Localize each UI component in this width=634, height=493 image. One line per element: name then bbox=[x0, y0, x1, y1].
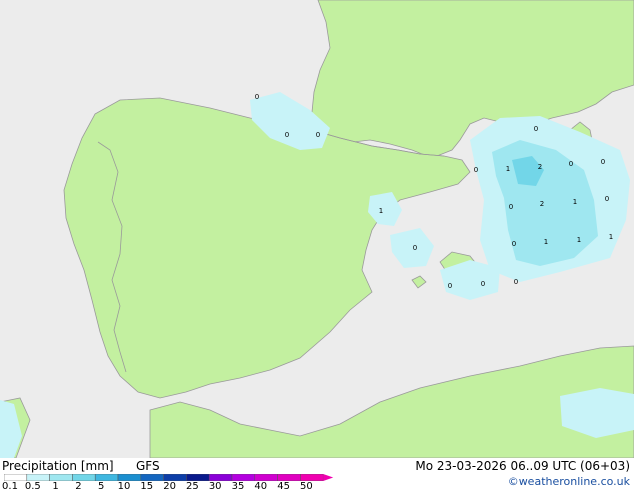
legend-swatch bbox=[94, 474, 119, 481]
value-label: 0 bbox=[474, 166, 478, 174]
value-label: 1 bbox=[573, 198, 577, 206]
value-label: 0 bbox=[534, 125, 538, 133]
legend-label: 15 bbox=[140, 481, 154, 492]
legend-swatch bbox=[117, 474, 142, 481]
legend-label: 0.5 bbox=[24, 481, 41, 492]
value-label: 0 bbox=[605, 195, 609, 203]
value-label: 0 bbox=[316, 131, 320, 139]
value-label: 0 bbox=[569, 160, 573, 168]
legend-label: 20 bbox=[163, 481, 176, 492]
map-footer: Precipitation [mm] GFS Mo 23-03-2026 06.… bbox=[0, 458, 634, 493]
value-label: 0 bbox=[285, 131, 289, 139]
legend-swatch bbox=[4, 474, 28, 481]
legend-label: 40 bbox=[254, 481, 268, 492]
legend-swatch bbox=[72, 474, 96, 481]
legend-label: 0.1 bbox=[2, 481, 18, 492]
legend-swatch bbox=[231, 474, 256, 481]
value-label: 0 bbox=[481, 280, 485, 288]
value-label: 1 bbox=[379, 207, 383, 215]
legend-swatch bbox=[140, 474, 164, 481]
legend-swatch bbox=[254, 474, 278, 481]
legend-color-bar bbox=[4, 474, 334, 481]
value-label: 1 bbox=[506, 165, 510, 173]
legend-swatch bbox=[300, 474, 324, 481]
value-label: 0 bbox=[509, 203, 513, 211]
value-label: 2 bbox=[538, 163, 542, 171]
legend-swatch bbox=[186, 474, 210, 481]
legend-swatch bbox=[49, 474, 73, 481]
value-label: 0 bbox=[601, 158, 605, 166]
value-label: 2 bbox=[540, 200, 544, 208]
value-label: 0 bbox=[255, 93, 259, 101]
legend-label: 30 bbox=[208, 481, 222, 492]
precipitation-map: 0 0 0 0 1 2 0 0 1 0 2 1 0 0 1 1 1 0 0 0 … bbox=[0, 0, 634, 458]
valid-time: Mo 23-03-2026 06..09 UTC (06+03) bbox=[415, 459, 630, 473]
color-legend: 0.1 0.5 1 2 5 10 15 20 25 30 35 40 45 50 bbox=[2, 474, 334, 493]
legend-labels: 0.1 0.5 1 2 5 10 15 20 25 30 35 40 45 50 bbox=[2, 481, 334, 493]
map-title: Precipitation [mm] bbox=[2, 459, 114, 473]
value-label: 0 bbox=[512, 240, 516, 248]
model-name: GFS bbox=[136, 459, 160, 473]
legend-swatch bbox=[163, 474, 187, 481]
legend-swatch bbox=[277, 474, 301, 481]
credit-link[interactable]: ©weatheronline.co.uk bbox=[508, 475, 630, 488]
legend-arrow bbox=[323, 474, 334, 481]
legend-label: 5 bbox=[98, 481, 105, 492]
legend-label: 10 bbox=[117, 481, 131, 492]
legend-label: 25 bbox=[186, 481, 199, 492]
value-label: 0 bbox=[413, 244, 417, 252]
legend-label: 45 bbox=[277, 481, 290, 492]
value-label: 1 bbox=[544, 238, 548, 246]
value-label: 1 bbox=[609, 233, 613, 241]
legend-swatch bbox=[26, 474, 50, 481]
legend-label: 2 bbox=[75, 481, 82, 492]
legend-label: 1 bbox=[52, 481, 59, 492]
legend-label: 50 bbox=[300, 481, 313, 492]
value-label: 0 bbox=[448, 282, 452, 290]
legend-swatch bbox=[208, 474, 233, 481]
value-label: 1 bbox=[577, 236, 581, 244]
value-label: 0 bbox=[514, 278, 518, 286]
legend-label: 35 bbox=[231, 481, 245, 492]
